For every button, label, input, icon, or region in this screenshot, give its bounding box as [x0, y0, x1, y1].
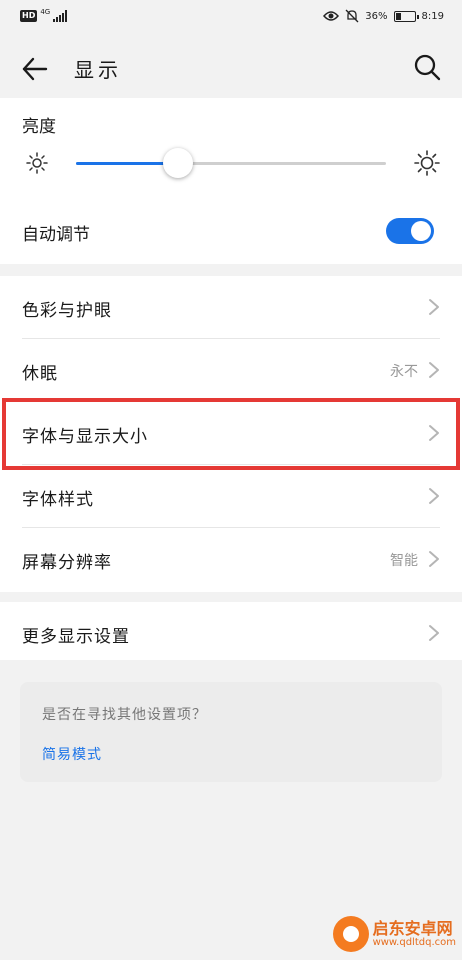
highlight-box: [2, 398, 460, 470]
simple-mode-link[interactable]: 简易模式: [42, 744, 102, 764]
title-bar: 显示: [0, 36, 462, 98]
watermark: 启东安卓网 www.qdltdq.com: [332, 916, 456, 952]
hd-badge: HD: [20, 10, 38, 22]
watermark-url: www.qdltdq.com: [372, 937, 456, 949]
list-item-label: 字体样式: [22, 490, 94, 510]
brightness-slider-thumb[interactable]: [163, 148, 194, 178]
chevron-right-icon: [429, 299, 439, 315]
status-right: 36% 8:19: [323, 9, 444, 23]
watermark-name: 启东安卓网: [372, 918, 453, 938]
brightness-high-icon: [414, 150, 440, 176]
suggestion-question: 是否在寻找其他设置项？: [42, 707, 207, 723]
list-item-sleep[interactable]: 休眠 永不: [0, 339, 462, 402]
list-item-value: 永不: [390, 364, 418, 380]
signal-icon: [53, 10, 68, 22]
chevron-right-icon: [429, 625, 439, 641]
search-icon[interactable]: [412, 52, 442, 82]
mute-bell-icon: [345, 9, 359, 23]
watermark-logo-icon: [332, 916, 369, 952]
battery-percent: 36%: [365, 10, 388, 22]
auto-adjust-toggle[interactable]: [386, 218, 434, 244]
list-item-font-style[interactable]: 字体样式: [0, 465, 462, 528]
battery-level: [395, 12, 402, 20]
brightness-slider[interactable]: [76, 148, 386, 178]
auto-adjust-label: 自动调节: [22, 225, 90, 245]
status-left: HD 4G: [20, 8, 68, 22]
chevron-right-icon: [429, 551, 439, 567]
page-title: 显示: [74, 58, 122, 82]
list-item-screen-resolution[interactable]: 屏幕分辨率 智能: [0, 528, 462, 591]
clock: 8:19: [421, 10, 444, 22]
brightness-label: 亮度: [22, 117, 56, 137]
eye-icon: [323, 11, 340, 21]
chevron-right-icon: [429, 362, 439, 378]
list-item-more-display-settings[interactable]: 更多显示设置: [0, 602, 462, 660]
brightness-low-icon: [26, 152, 48, 174]
brightness-section: 亮度 自动调节: [0, 98, 462, 264]
list-item-label: 屏幕分辨率: [22, 553, 112, 573]
list-item-label: 更多显示设置: [22, 627, 130, 647]
list-item-label: 色彩与护眼: [22, 301, 112, 321]
toggle-knob: [411, 221, 431, 241]
list-item-value: 智能: [390, 553, 418, 569]
network-type: 4G: [40, 8, 51, 16]
more-settings-section: 更多显示设置: [0, 602, 462, 660]
status-bar: HD 4G 36% 8:19: [0, 0, 462, 36]
suggestion-box: 是否在寻找其他设置项？ 简易模式: [20, 682, 442, 782]
list-item-color-eye-comfort[interactable]: 色彩与护眼: [0, 276, 462, 339]
chevron-right-icon: [429, 488, 439, 504]
battery-icon: [393, 10, 419, 22]
list-item-label: 休眠: [22, 364, 58, 384]
watermark-text: 启东安卓网 www.qdltdq.com: [373, 920, 456, 949]
back-arrow-icon[interactable]: [18, 52, 52, 86]
